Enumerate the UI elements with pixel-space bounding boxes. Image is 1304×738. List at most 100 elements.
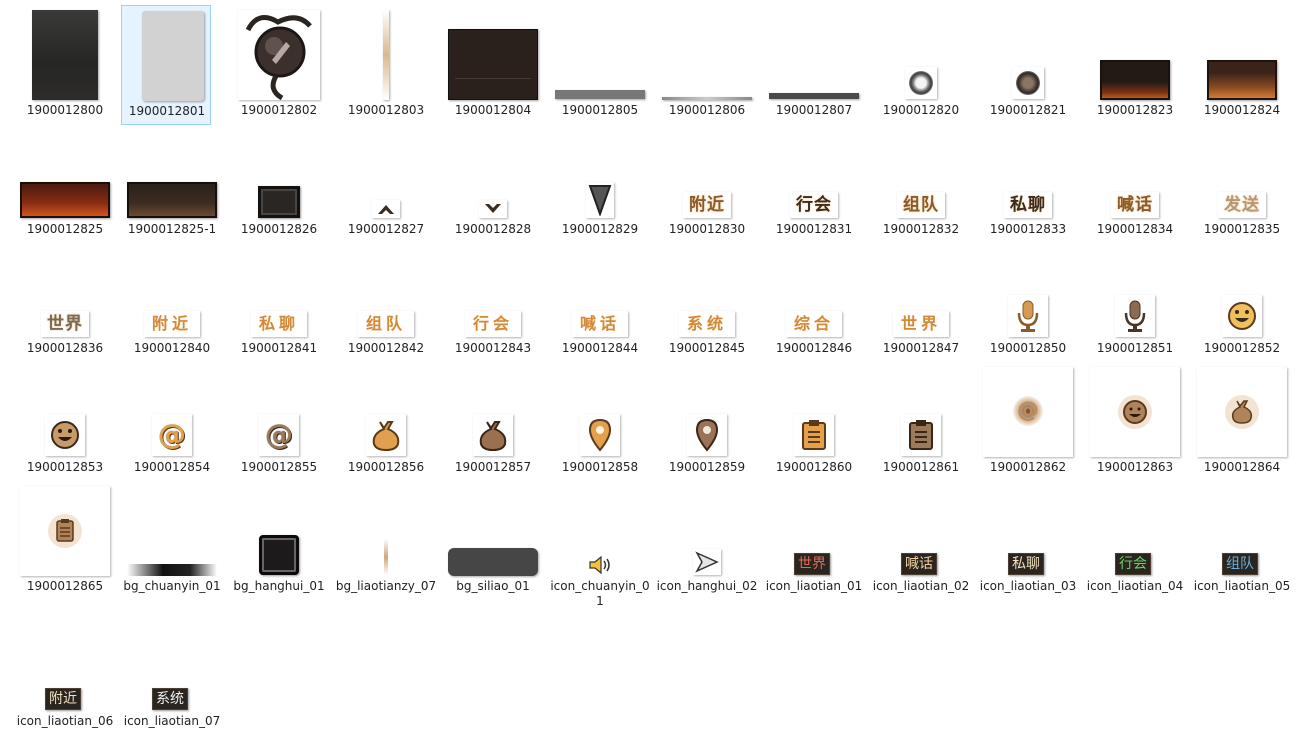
file-tile[interactable]: 1900012806 xyxy=(662,5,752,125)
file-tile[interactable]: bg_chuanyin_01 xyxy=(123,481,221,601)
file-tile[interactable]: 私聊 1900012841 xyxy=(234,243,324,363)
file-tile[interactable]: 1900012857 xyxy=(448,362,538,482)
file-tile[interactable]: 行会 icon_liaotian_04 xyxy=(1087,481,1183,601)
at-sign-icon: @ xyxy=(158,418,186,451)
file-name: 1900012850 xyxy=(989,341,1067,355)
file-tile[interactable]: 1900012851 xyxy=(1090,243,1180,363)
file-tile[interactable]: 1900012825-1 xyxy=(127,124,217,244)
file-tile[interactable]: 私聊 icon_liaotian_03 xyxy=(980,481,1076,601)
file-tile[interactable]: 系统 1900012845 xyxy=(662,243,752,363)
file-tile[interactable]: 喊话 icon_liaotian_02 xyxy=(873,481,969,601)
file-tile[interactable]: @ 1900012855 xyxy=(234,362,324,482)
file-tile[interactable]: 1900012828 xyxy=(448,124,538,244)
tag-guild: 行会 xyxy=(1115,553,1151,575)
smiley-icon xyxy=(1228,302,1256,330)
file-tile[interactable]: 1900012853 xyxy=(20,362,110,482)
glyph-text: 喊话 xyxy=(572,311,628,337)
file-tile[interactable]: @ 1900012854 xyxy=(127,362,217,482)
file-tile[interactable]: 1900012861 xyxy=(876,362,966,482)
file-tile[interactable]: icon_hanghui_02 xyxy=(657,481,757,601)
file-thumbnail xyxy=(448,481,538,576)
file-tile[interactable]: 喊话 1900012834 xyxy=(1090,124,1180,244)
bag-icon xyxy=(372,421,400,452)
file-tile[interactable]: @ 1900012862 xyxy=(983,362,1073,482)
file-name: 1900012807 xyxy=(775,103,853,117)
file-thumbnail xyxy=(1090,5,1180,100)
file-tile[interactable]: 1900012827 xyxy=(341,124,431,244)
file-tile[interactable]: 1900012864 xyxy=(1197,362,1287,482)
file-tile[interactable]: 1900012805 xyxy=(555,5,645,125)
file-thumbnail: 发送 xyxy=(1197,124,1287,219)
glyph-text: 私聊 xyxy=(1004,192,1052,218)
file-thumbnail xyxy=(1197,5,1287,100)
file-thumbnail: 组队 xyxy=(876,124,966,219)
file-thumbnail: @ xyxy=(983,362,1073,457)
file-tile[interactable]: 1900012859 xyxy=(662,362,752,482)
file-name: icon_hanghui_02 xyxy=(656,579,758,593)
file-tile[interactable]: bg_siliao_01 xyxy=(448,481,538,601)
file-thumbnail xyxy=(1090,362,1180,457)
file-tile[interactable]: 附近 1900012830 xyxy=(662,124,752,244)
file-name: 1900012830 xyxy=(668,222,746,236)
file-tile[interactable]: 行会 1900012843 xyxy=(448,243,538,363)
file-tile[interactable]: 附近 1900012840 xyxy=(127,243,217,363)
file-tile[interactable]: 综合 1900012846 xyxy=(769,243,859,363)
file-thumbnail: 行会 xyxy=(1090,481,1180,576)
file-thumbnail: @ xyxy=(234,362,324,457)
file-tile[interactable]: 行会 1900012831 xyxy=(769,124,859,244)
file-tile[interactable]: 世界 1900012836 xyxy=(20,243,110,363)
file-thumbnail xyxy=(20,5,110,100)
file-name: icon_liaotian_07 xyxy=(123,714,221,728)
file-thumbnail: 组队 xyxy=(341,243,431,338)
file-tile[interactable]: 1900012823 xyxy=(1090,5,1180,125)
file-tile[interactable]: 1900012865 xyxy=(20,481,110,601)
file-tile[interactable]: 1900012824 xyxy=(1197,5,1287,125)
file-tile[interactable]: 1900012800 xyxy=(20,5,110,125)
file-tile[interactable]: bg_hanghui_01 xyxy=(233,481,325,601)
file-tile[interactable]: 附近 icon_liaotian_06 xyxy=(17,616,113,736)
file-tile[interactable]: 喊话 1900012844 xyxy=(555,243,645,363)
file-tile[interactable]: 1900012852 xyxy=(1197,243,1287,363)
file-name: icon_liaotian_04 xyxy=(1086,579,1184,593)
file-tile[interactable]: 1900012820 xyxy=(876,5,966,125)
file-tile[interactable]: 1900012804 xyxy=(448,5,538,125)
file-tile[interactable]: 1900012807 xyxy=(769,5,859,125)
file-thumbnail xyxy=(127,481,217,576)
file-tile[interactable]: 1900012802 xyxy=(234,5,324,125)
file-name: 1900012845 xyxy=(668,341,746,355)
file-tile-selected[interactable]: 1900012801 xyxy=(121,5,211,125)
file-tile[interactable]: 组队 1900012842 xyxy=(341,243,431,363)
file-tile[interactable]: 1900012826 xyxy=(234,124,324,244)
tag-private: 私聊 xyxy=(1008,553,1044,575)
file-tile[interactable]: 世界 1900012847 xyxy=(876,243,966,363)
file-tile[interactable]: 1900012821 xyxy=(983,5,1073,125)
file-tile[interactable]: 1900012863 xyxy=(1090,362,1180,482)
file-tile[interactable]: 组队 icon_liaotian_05 xyxy=(1194,481,1290,601)
at-sign-glow-icon: @ xyxy=(1013,396,1043,426)
file-tile[interactable]: 1900012856 xyxy=(341,362,431,482)
file-name: 1900012846 xyxy=(775,341,853,355)
file-tile[interactable]: 1900012860 xyxy=(769,362,859,482)
glyph-text: 私聊 xyxy=(251,311,307,337)
file-thumbnail xyxy=(234,5,324,100)
file-tile[interactable]: 1900012858 xyxy=(555,362,645,482)
file-tile[interactable]: 1900012829 xyxy=(555,124,645,244)
file-tile[interactable]: 系统 icon_liaotian_07 xyxy=(124,616,220,736)
file-thumbnail xyxy=(341,362,431,457)
file-thumbnail: 私聊 xyxy=(983,481,1073,576)
file-thumbnail xyxy=(983,5,1073,100)
tag-nearby: 附近 xyxy=(45,688,81,710)
file-tile[interactable]: 私聊 1900012833 xyxy=(983,124,1073,244)
file-tile[interactable]: 1900012850 xyxy=(983,243,1073,363)
file-tile[interactable]: 组队 1900012832 xyxy=(876,124,966,244)
file-name: 1900012832 xyxy=(882,222,960,236)
file-tile[interactable]: 1900012825 xyxy=(20,124,110,244)
file-tile[interactable]: 1900012803 xyxy=(341,5,431,125)
file-thumbnail xyxy=(769,5,859,100)
file-tile[interactable]: 发送 1900012835 xyxy=(1197,124,1287,244)
file-tile[interactable]: icon_chuanyin_01 xyxy=(550,481,650,608)
file-tile[interactable]: bg_liaotianzy_07 xyxy=(336,481,436,601)
file-name: 1900012858 xyxy=(561,460,639,474)
chevron-down-icon xyxy=(485,204,501,213)
file-tile[interactable]: 世界 icon_liaotian_01 xyxy=(766,481,862,601)
